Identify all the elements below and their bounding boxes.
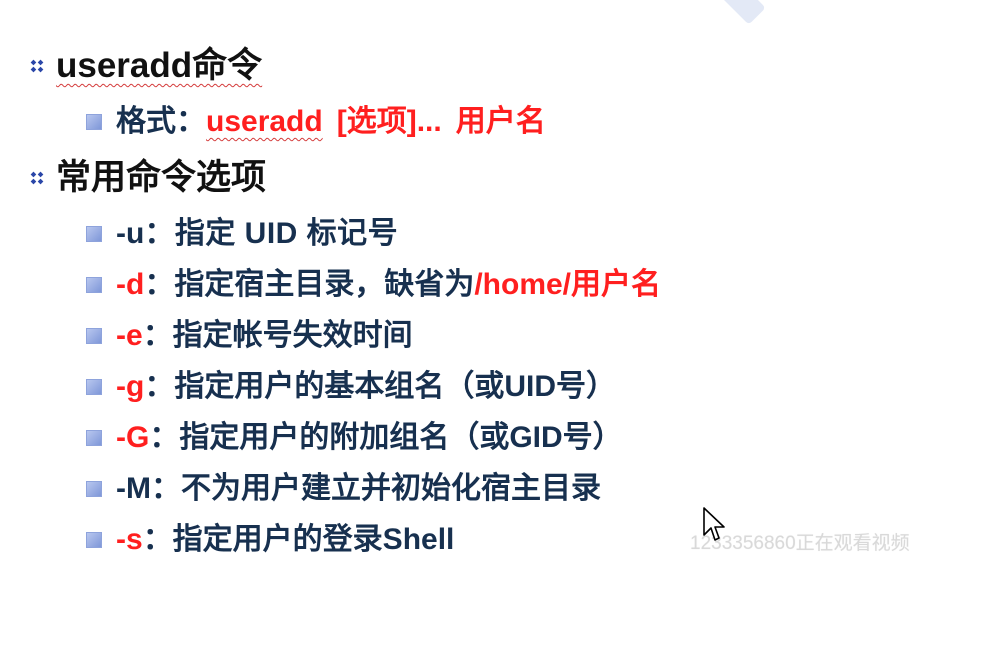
format-command: useradd [206,105,323,138]
option-suffix-d: /home/用户名 [474,268,662,301]
square-bullet-icon [86,430,102,446]
option-flag-u: -u [116,217,145,250]
square-bullet-icon [86,379,102,395]
heading-useradd-command: useradd命令 [56,46,263,85]
square-bullet-icon [86,481,102,497]
option-description-g: ：指定用户的基本组名（或UID号） [144,370,616,403]
option-row-M: -M ：不为用户建立并初始化宿主目录 [86,469,601,509]
heading-common-options: 常用命令选项 [56,158,267,197]
option-flag-g: -g [116,370,145,403]
diamond-bullet-icon [27,56,47,76]
slide-canvas: useradd命令 格式： useradd [选项]... 用户名 常用命令选项… [0,0,984,650]
square-bullet-icon [86,277,102,293]
option-description-e: ：指定帐号失效时间 [142,319,413,352]
option-flag-e: -e [116,319,143,352]
option-row-g: -g ：指定用户的基本组名（或UID号） [86,367,616,407]
option-row-u: -u ：指定 UID 标记号 [86,214,398,254]
format-username: 用户名 [455,105,546,138]
format-options: [选项]... [336,105,442,138]
option-flag-G: -G [116,421,150,454]
square-bullet-icon [86,532,102,548]
option-row-s: -s ：指定用户的登录Shell [86,520,454,560]
option-description-s: ：指定用户的登录Shell [142,523,455,556]
section-heading-useradd: useradd命令 [27,42,263,90]
option-flag-M: -M [116,472,151,505]
square-bullet-icon [86,328,102,344]
option-row-e: -e ：指定帐号失效时间 [86,316,413,356]
option-description-G: ：指定用户的附加组名（或GID号） [149,421,623,454]
option-description-M: ：不为用户建立并初始化宿主目录 [150,472,601,505]
option-description-u: ：指定 UID 标记号 [144,217,399,250]
section-heading-common-options: 常用命令选项 [27,154,267,202]
logo-icon [716,0,766,25]
diamond-bullet-icon [27,168,47,188]
option-flag-d: -d [116,268,145,301]
mouse-pointer-icon [703,507,725,541]
option-flag-s: -s [116,523,143,556]
option-row-G: -G ：指定用户的附加组名（或GID号） [86,418,623,458]
format-label: 格式： [116,105,206,138]
square-bullet-icon [86,226,102,242]
square-bullet-icon [86,114,102,130]
format-row: 格式： useradd [选项]... 用户名 [86,102,546,142]
option-description-d: ：指定宿主目录，缺省为 [144,268,475,301]
option-row-d: -d ：指定宿主目录，缺省为 /home/用户名 [86,265,661,305]
